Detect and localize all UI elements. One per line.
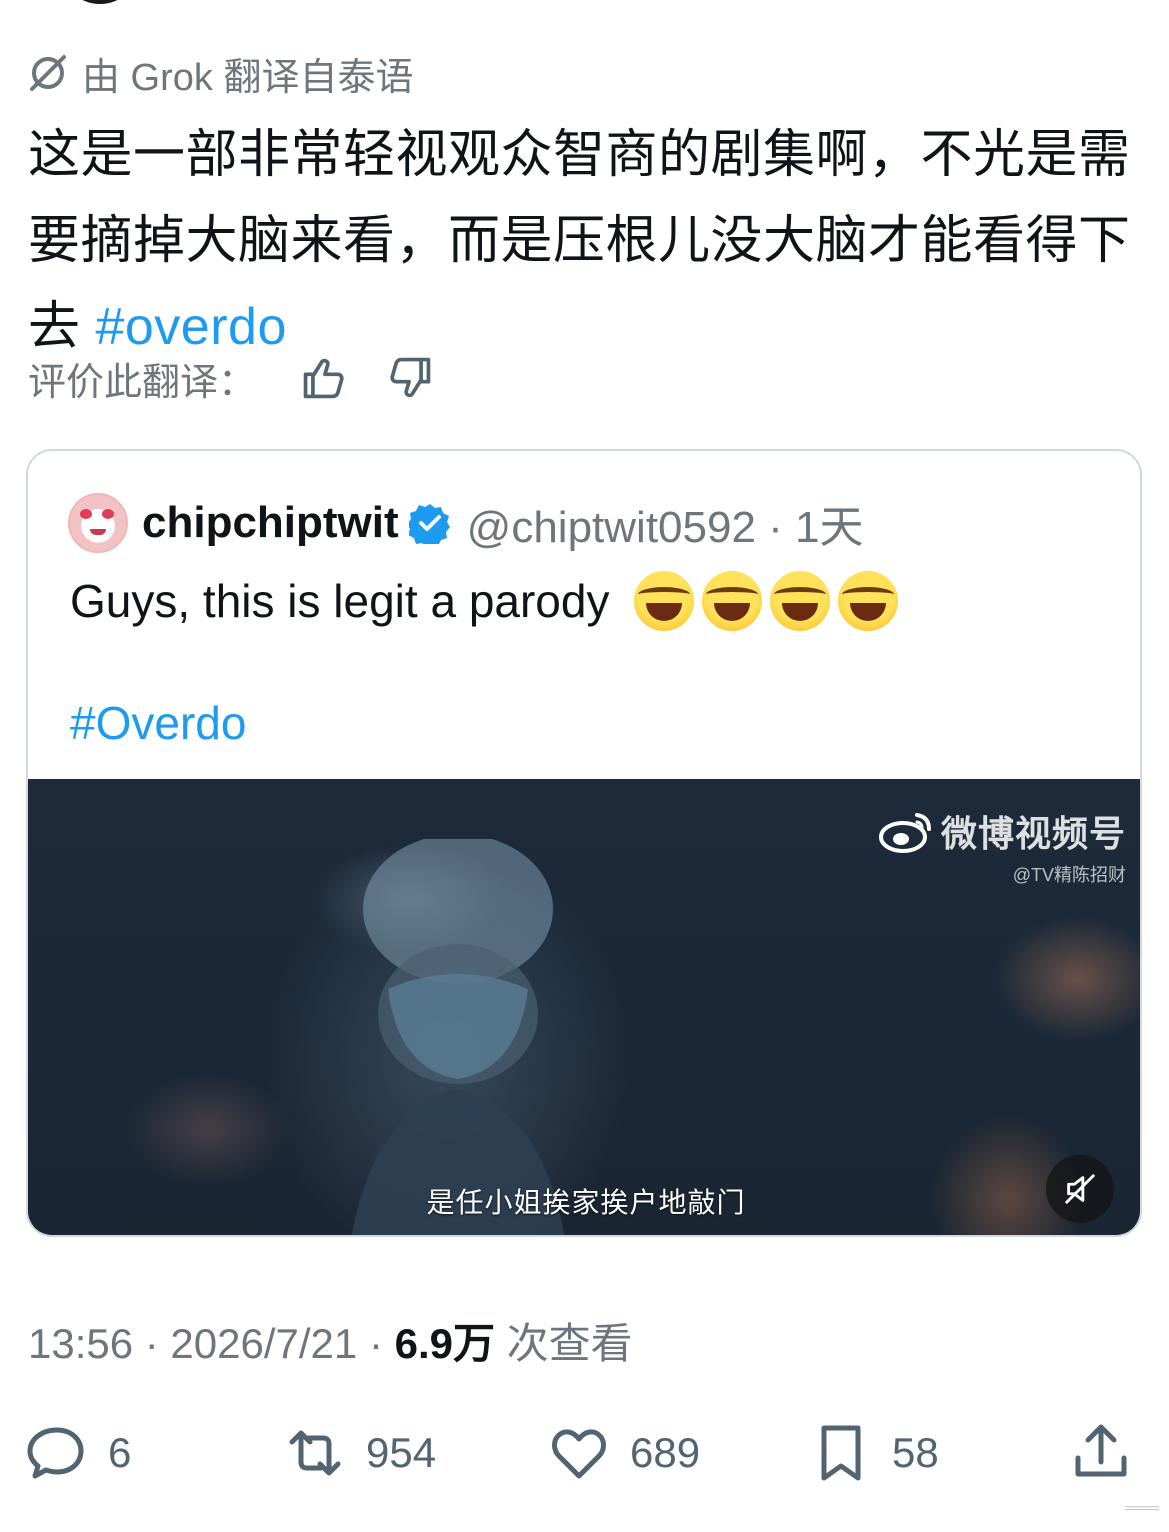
- view-count-suffix: 次查看: [495, 1320, 633, 1367]
- speaker-muted-icon: [1065, 1174, 1095, 1204]
- repost-button[interactable]: 954: [284, 1418, 436, 1488]
- translation-label: 由 Grok 翻译自泰语: [82, 56, 414, 99]
- laugh-emoji-icon: [702, 570, 763, 631]
- author-avatar-cropped[interactable]: [60, 0, 140, 4]
- repost-icon: [289, 1430, 341, 1476]
- like-button[interactable]: 689: [548, 1418, 700, 1488]
- quoted-post-header: chipchiptwit @chiptwit0592 · 1天: [68, 491, 864, 555]
- quoted-text: Guys, this is legit a parody: [70, 575, 610, 627]
- post-body: 这是一部非常轻视观众智商的剧集啊，不光是需要摘掉大脑来看，而是压根儿没大脑才能看…: [28, 112, 1138, 370]
- quoted-author-name[interactable]: chipchiptwit: [142, 498, 399, 548]
- watermark-account: @TV精陈招财: [1012, 865, 1126, 885]
- quoted-hashtag-link[interactable]: #Overdo: [70, 691, 246, 755]
- repost-count: 954: [366, 1429, 437, 1476]
- laugh-emoji-icon: [838, 570, 899, 631]
- share-button[interactable]: [1070, 1418, 1152, 1488]
- like-count: 689: [630, 1429, 701, 1476]
- rate-translation-label: 评价此翻译：: [28, 361, 257, 404]
- video-player[interactable]: 微博视频号 @TV精陈招财 是任小姐挨家挨户地敲门: [28, 779, 1140, 1235]
- post-timestamp[interactable]: 13:56 · 2026/7/21 ·: [28, 1320, 395, 1367]
- share-icon: [1075, 1424, 1127, 1477]
- post-hashtag-link[interactable]: #overdo: [95, 298, 286, 356]
- bookmark-count: 58: [892, 1429, 939, 1476]
- laugh-emoji-group: [634, 570, 906, 631]
- weibo-logo-icon: [878, 813, 931, 853]
- reply-count: 6: [108, 1429, 132, 1476]
- verified-badge-icon: [408, 504, 450, 544]
- bookmark-button[interactable]: 58: [810, 1418, 939, 1488]
- quoted-post-card[interactable]: chipchiptwit @chiptwit0592 · 1天 Guys, th…: [26, 449, 1142, 1237]
- thumbs-up-icon[interactable]: [298, 352, 350, 404]
- video-watermark: 微博视频号 @TV精陈招财: [877, 805, 1126, 887]
- watermark-title: 微博视频号: [940, 813, 1126, 854]
- reply-icon: [27, 1427, 84, 1479]
- view-count: 6.9万: [394, 1320, 495, 1367]
- post-meta: 13:56 · 2026/7/21 · 6.9万 次查看: [28, 1316, 633, 1372]
- reply-button[interactable]: 6: [26, 1418, 131, 1488]
- mute-button[interactable]: [1046, 1155, 1114, 1223]
- avatar[interactable]: [68, 493, 128, 553]
- laugh-emoji-icon: [634, 570, 695, 631]
- bookmark-icon: [821, 1425, 861, 1481]
- action-bar: 6 954 689 58: [0, 1418, 1169, 1488]
- quoted-post-text: Guys, this is legit a parody: [70, 569, 906, 635]
- video-subtitle: 是任小姐挨家挨户地敲门: [426, 1187, 746, 1218]
- translation-notice: 由 Grok 翻译自泰语: [28, 48, 414, 99]
- rate-translation: 评价此翻译：: [28, 350, 436, 406]
- quoted-author-handle[interactable]: @chiptwit0592 · 1天: [467, 491, 864, 555]
- heart-icon: [552, 1429, 606, 1479]
- video-frame-figure: [351, 839, 565, 1235]
- corner-watermark: ═══: [1124, 1500, 1159, 1517]
- grok-slash-icon: [30, 55, 66, 91]
- laugh-emoji-icon: [770, 570, 831, 631]
- thumbs-down-icon[interactable]: [384, 352, 436, 404]
